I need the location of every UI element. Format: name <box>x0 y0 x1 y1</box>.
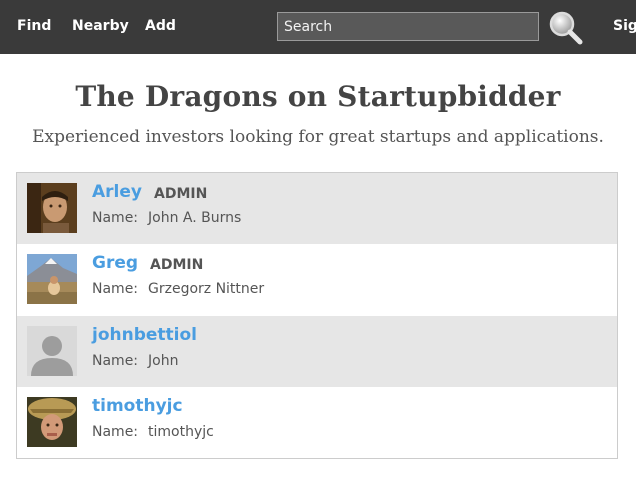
name-label: Name: <box>92 353 139 369</box>
top-navbar: Find Nearby Add Sig <box>0 0 636 54</box>
avatar-photo-icon <box>27 254 77 304</box>
role-badge: ADMIN <box>154 186 208 202</box>
nav-nearby-link[interactable]: Nearby <box>72 18 129 34</box>
user-row: Arley ADMIN Name: John A. Burns <box>17 173 617 244</box>
user-list: Arley ADMIN Name: John A. Burns Greg ADM… <box>16 172 618 459</box>
user-row: timothyjc Name: timothyjc <box>17 387 617 458</box>
username-link[interactable]: johnbettiol <box>92 325 197 345</box>
avatar[interactable] <box>27 254 77 304</box>
search-input[interactable] <box>277 12 539 41</box>
user-row: Greg ADMIN Name: Grzegorz Nittner <box>17 244 617 315</box>
name-value: timothyjc <box>148 424 214 440</box>
username-link[interactable]: Greg <box>92 253 138 273</box>
avatar[interactable] <box>27 397 77 447</box>
avatar[interactable] <box>27 183 77 233</box>
magnifier-icon <box>549 11 583 45</box>
page-subtitle: Experienced investors looking for great … <box>32 127 604 147</box>
search-button[interactable] <box>548 10 584 46</box>
user-row: johnbettiol Name: John <box>17 316 617 387</box>
default-avatar-icon <box>27 326 77 376</box>
name-label: Name: <box>92 424 139 440</box>
username-link[interactable]: Arley <box>92 182 142 202</box>
name-label: Name: <box>92 210 139 226</box>
nav-signin-link[interactable]: Sig <box>613 18 636 34</box>
nav-add-link[interactable]: Add <box>145 18 176 34</box>
name-value: Grzegorz Nittner <box>148 281 265 297</box>
nav-find-link[interactable]: Find <box>17 18 51 34</box>
name-value: John <box>148 353 179 369</box>
avatar-photo-icon <box>27 183 77 233</box>
username-link[interactable]: timothyjc <box>92 396 183 416</box>
role-badge: ADMIN <box>150 257 204 273</box>
name-value: John A. Burns <box>148 210 242 226</box>
page-title: The Dragons on Startupbidder <box>75 80 561 113</box>
avatar-photo-icon <box>27 397 77 447</box>
name-label: Name: <box>92 281 139 297</box>
avatar[interactable] <box>27 326 77 376</box>
